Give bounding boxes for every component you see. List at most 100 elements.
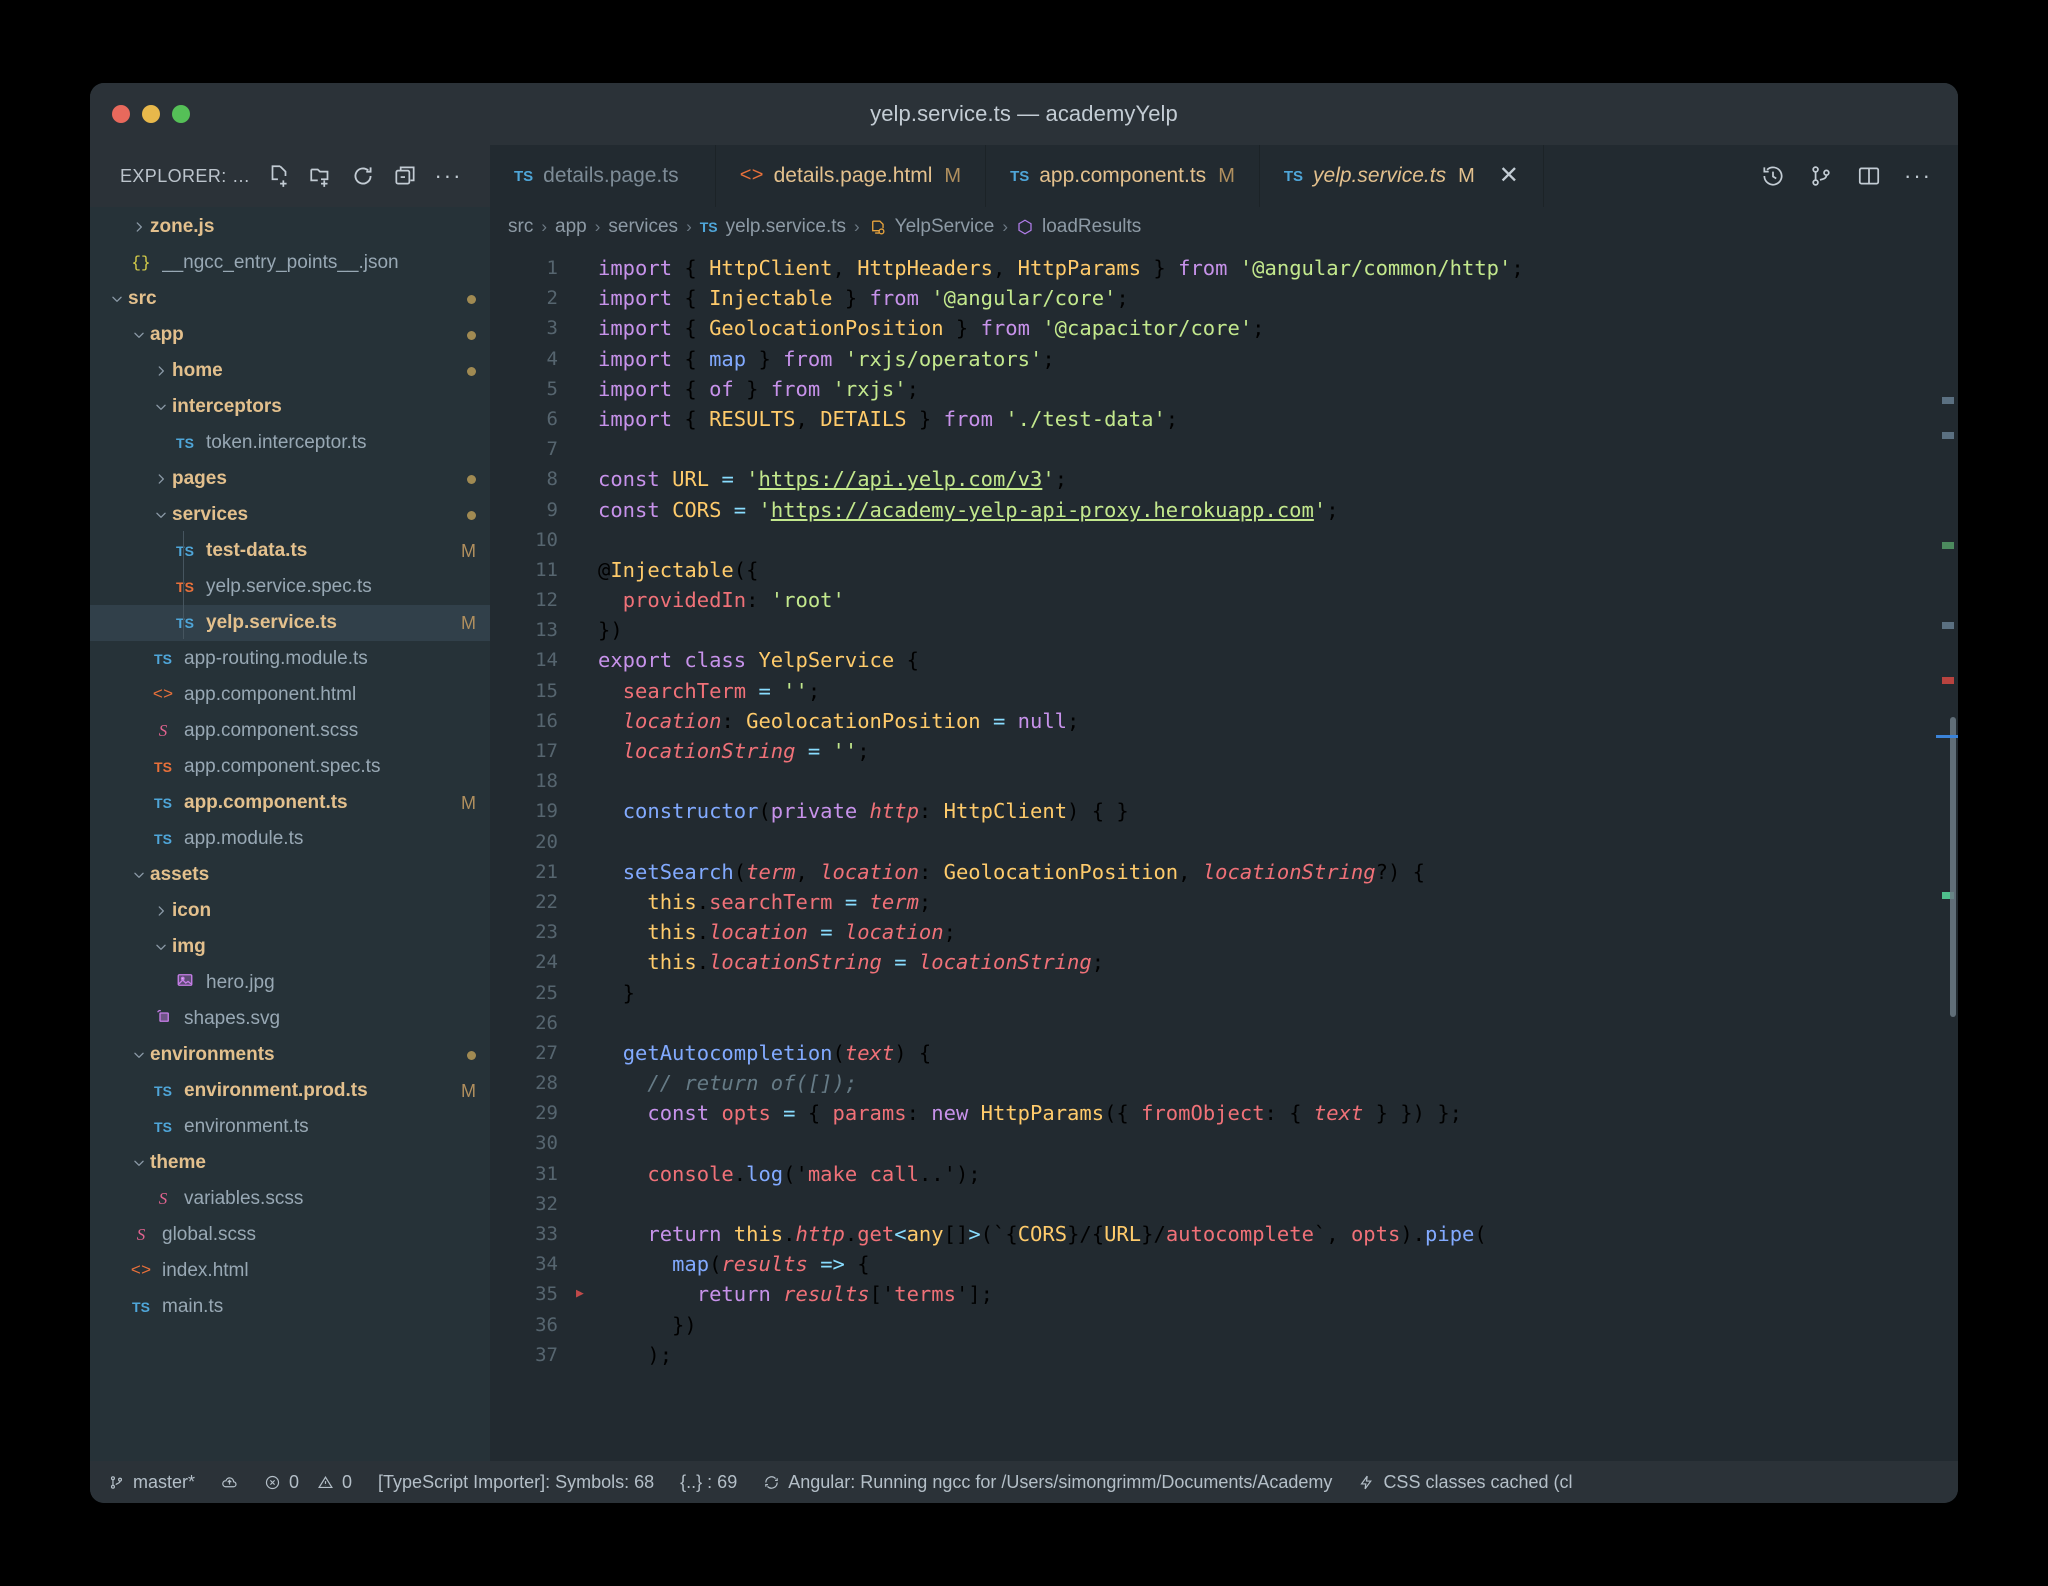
tree-file-row[interactable]: TS environment.prod.ts M <box>90 1073 490 1109</box>
status-problems[interactable]: 0 0 <box>264 1472 352 1493</box>
tree-file-row[interactable]: TS app-routing.module.ts <box>90 641 490 677</box>
source-control-graph-icon[interactable] <box>1808 163 1834 189</box>
tree-folder-row[interactable]: icon <box>90 893 490 929</box>
code-line[interactable]: 37 ); <box>490 1340 1958 1370</box>
more-actions-icon[interactable]: ··· <box>434 165 462 187</box>
code-line[interactable]: 6 import { RESULTS, DETAILS } from './tes… <box>490 404 1958 434</box>
tree-file-row[interactable]: <> index.html <box>90 1253 490 1289</box>
code-line[interactable]: 19 constructor(private http: HttpClient)… <box>490 796 1958 826</box>
code-line[interactable]: 11 @Injectable({ <box>490 555 1958 585</box>
tab-details-page-html[interactable]: <> details.page.html M <box>715 145 987 207</box>
code-line[interactable]: 23 this.location = location; <box>490 917 1958 947</box>
code-line[interactable]: 14 export class YelpService { <box>490 645 1958 675</box>
tree-file-row[interactable]: Svariables.scss <box>90 1181 490 1217</box>
tree-file-row[interactable]: Sglobal.scss <box>90 1217 490 1253</box>
tree-file-row[interactable]: TS environment.ts <box>90 1109 490 1145</box>
scrollbar-thumb[interactable] <box>1950 717 1956 1017</box>
chevron-down-icon[interactable] <box>128 868 150 882</box>
tree-file-row[interactable]: TS app.component.spec.ts <box>90 749 490 785</box>
chevron-right-icon[interactable] <box>150 472 172 486</box>
chevron-down-icon[interactable] <box>128 1156 150 1170</box>
breadcrumb-class[interactable]: YelpService <box>895 216 995 238</box>
chevron-down-icon[interactable] <box>150 940 172 954</box>
code-line[interactable]: 8 const URL = 'https://api.yelp.com/v3'; <box>490 464 1958 494</box>
tab-yelp-service-ts[interactable]: TS yelp.service.ts M ✕ <box>1259 145 1544 207</box>
maximize-window-button[interactable] <box>172 105 190 123</box>
breadcrumb-app[interactable]: app <box>555 216 587 238</box>
code-line[interactable]: 3 import { GeolocationPosition } from '@c… <box>490 313 1958 343</box>
status-typescript-importer[interactable]: [TypeScript Importer]: Symbols: 68 <box>378 1472 654 1493</box>
code-line[interactable]: 2 import { Injectable } from '@angular/co… <box>490 283 1958 313</box>
code-line[interactable]: 7 <box>490 434 1958 464</box>
tree-file-row[interactable]: {} __ngcc_entry_points__.json <box>90 245 490 281</box>
tree-folder-row[interactable]: interceptors <box>90 389 490 425</box>
code-line[interactable]: 25 } <box>490 978 1958 1008</box>
tree-file-row[interactable]: TS app.component.ts M <box>90 785 490 821</box>
tree-file-row[interactable]: shapes.svg <box>90 1001 490 1037</box>
code-line[interactable]: 28 // return of([]); <box>490 1068 1958 1098</box>
new-file-icon[interactable] <box>266 163 292 189</box>
file-explorer-tree[interactable]: zone.js {} __ngcc_entry_points__.json src ap… <box>90 207 490 1461</box>
status-ngcc[interactable]: Angular: Running ngcc for /Users/simongr… <box>763 1472 1332 1493</box>
tree-folder-row[interactable]: services <box>90 497 490 533</box>
code-line[interactable]: 15 searchTerm = ''; <box>490 676 1958 706</box>
code-line[interactable]: 4 import { map } from 'rxjs/operators'; <box>490 344 1958 374</box>
code-line[interactable]: 29 const opts = { params: new HttpParams… <box>490 1098 1958 1128</box>
window-controls[interactable] <box>112 105 190 123</box>
status-bracket-count[interactable]: {..} : 69 <box>680 1472 737 1493</box>
tree-file-row[interactable]: TS app.module.ts <box>90 821 490 857</box>
tree-file-row[interactable]: hero.jpg <box>90 965 490 1001</box>
code-line[interactable]: 33 return this.http.get<any[]>(`{CORS}/{… <box>490 1219 1958 1249</box>
chevron-down-icon[interactable] <box>150 400 172 414</box>
close-icon[interactable]: ✕ <box>1499 164 1519 188</box>
status-branch[interactable]: master* <box>108 1472 195 1493</box>
tree-folder-row[interactable]: pages <box>90 461 490 497</box>
code-line[interactable]: 24 this.locationString = locationString; <box>490 947 1958 977</box>
chevron-down-icon[interactable] <box>128 328 150 342</box>
code-line[interactable]: 12 providedIn: 'root' <box>490 585 1958 615</box>
editor-scrollbar-overview[interactable] <box>1936 287 1958 1461</box>
code-line[interactable]: 30 <box>490 1128 1958 1158</box>
code-line[interactable]: 34 map(results => { <box>490 1249 1958 1279</box>
tree-folder-row[interactable]: zone.js <box>90 209 490 245</box>
code-line[interactable]: 27 getAutocompletion(text) { <box>490 1038 1958 1068</box>
code-line[interactable]: 16 location: GeolocationPosition = null; <box>490 706 1958 736</box>
close-window-button[interactable] <box>112 105 130 123</box>
tree-folder-row[interactable]: app <box>90 317 490 353</box>
code-line[interactable]: 21 setSearch(term, location: Geolocation… <box>490 857 1958 887</box>
new-folder-icon[interactable] <box>308 163 334 189</box>
tree-folder-row[interactable]: assets <box>90 857 490 893</box>
timeline-history-icon[interactable] <box>1760 163 1786 189</box>
breadcrumb-method[interactable]: loadResults <box>1042 216 1141 238</box>
chevron-right-icon[interactable] <box>150 904 172 918</box>
more-editor-actions-icon[interactable]: ··· <box>1904 165 1932 187</box>
code-line[interactable]: 10 <box>490 525 1958 555</box>
chevron-right-icon[interactable] <box>150 364 172 378</box>
tab-app-component-ts[interactable]: TS app.component.ts M <box>986 145 1260 207</box>
code-line[interactable]: 31 console.log('make call..'); <box>490 1159 1958 1189</box>
code-line[interactable]: 35 ▶ return results['terms']; <box>490 1279 1958 1309</box>
status-css-cache[interactable]: CSS classes cached (cl <box>1358 1472 1573 1493</box>
code-line[interactable]: 20 <box>490 827 1958 857</box>
tree-folder-row[interactable]: home <box>90 353 490 389</box>
tree-file-row[interactable]: Sapp.component.scss <box>90 713 490 749</box>
chevron-down-icon[interactable] <box>106 292 128 306</box>
tree-folder-row[interactable]: environments <box>90 1037 490 1073</box>
code-line[interactable]: 36 }) <box>490 1310 1958 1340</box>
code-line[interactable]: 32 <box>490 1189 1958 1219</box>
breadcrumb-services[interactable]: services <box>608 216 678 238</box>
chevron-down-icon[interactable] <box>150 508 172 522</box>
tree-file-row[interactable]: TS main.ts <box>90 1289 490 1325</box>
status-sync[interactable] <box>221 1474 238 1491</box>
chevron-down-icon[interactable] <box>128 1048 150 1062</box>
breadcrumb[interactable]: src › app › services › TS yelp.service.t… <box>490 207 1958 247</box>
tree-folder-row[interactable]: img <box>90 929 490 965</box>
tree-folder-row[interactable]: src <box>90 281 490 317</box>
chevron-right-icon[interactable] <box>128 220 150 234</box>
code-content[interactable]: 1 import { HttpClient, HttpHeaders, HttpP… <box>490 247 1958 1461</box>
tree-file-row[interactable]: TS yelp.service.ts M <box>90 605 490 641</box>
code-line[interactable]: 13}) <box>490 615 1958 645</box>
tree-file-row[interactable]: TS yelp.service.spec.ts <box>90 569 490 605</box>
code-line[interactable]: 1 import { HttpClient, HttpHeaders, HttpP… <box>490 253 1958 283</box>
breadcrumb-file[interactable]: yelp.service.ts <box>726 216 846 238</box>
